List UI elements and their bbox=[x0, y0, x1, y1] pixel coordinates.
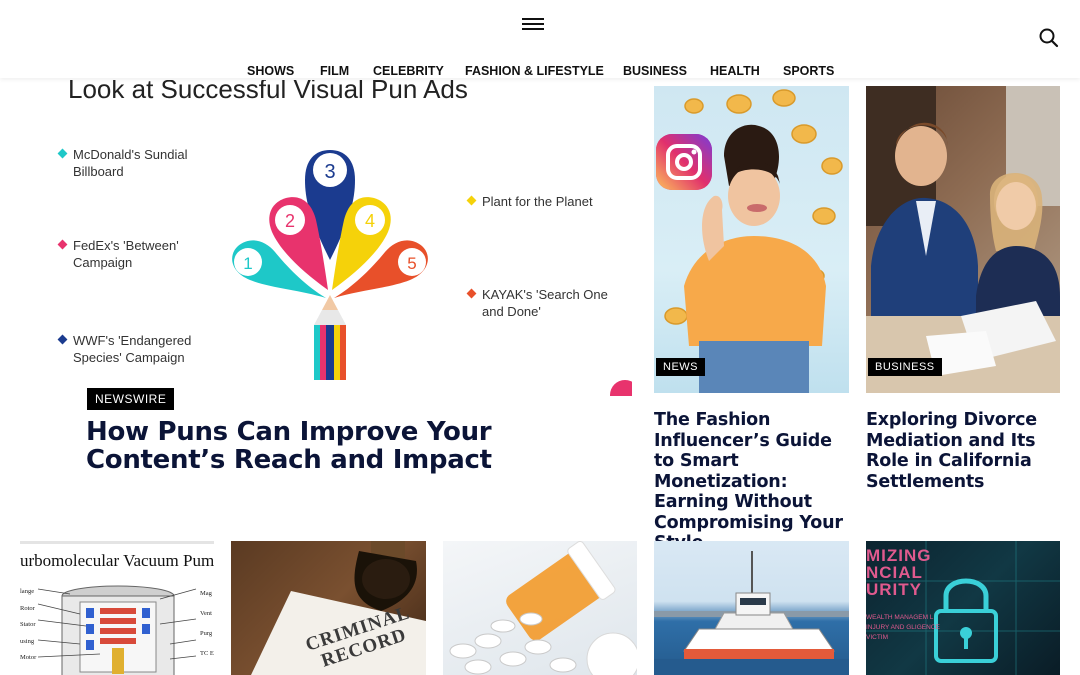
pencil-petals-illustration: 3 2 4 1 5 bbox=[232, 150, 428, 380]
hero-headline[interactable]: How Puns Can Improve Your Content’s Reac… bbox=[86, 418, 556, 474]
category-badge[interactable]: NEWSWIRE bbox=[87, 388, 175, 410]
nav-celebrity[interactable]: CELEBRITY bbox=[373, 64, 444, 78]
pills-illustration bbox=[449, 541, 637, 675]
card-image-fashion[interactable]: NEWS bbox=[654, 86, 849, 393]
hero-image-item: KAYAK's 'Search One and Done' bbox=[466, 286, 622, 320]
decorative-shape bbox=[610, 380, 632, 396]
hero-image-heading: Look at Successful Visual Pun Ads bbox=[68, 80, 468, 104]
hero-image-item: WWF's 'Endangered Species' Campaign bbox=[57, 332, 213, 366]
hero-image-item: Plant for the Planet bbox=[466, 193, 622, 210]
card-image-business[interactable]: BUSINESS bbox=[866, 86, 1060, 393]
vacuum-labels-left: lange Rotor Stator using Motor bbox=[20, 588, 37, 661]
thumb-boat[interactable] bbox=[654, 541, 849, 675]
petal-number-1: 1 bbox=[243, 254, 252, 273]
nav-film[interactable]: FILM bbox=[320, 64, 349, 78]
nav-business[interactable]: BUSINESS bbox=[623, 64, 687, 78]
nav-fashion-lifestyle[interactable]: FASHION & LIFESTYLE bbox=[465, 64, 604, 78]
vacuum-pump-diagram bbox=[37, 585, 197, 675]
thumb-pills[interactable] bbox=[443, 541, 637, 675]
fashion-illustration bbox=[656, 89, 843, 393]
petal-number-3: 3 bbox=[324, 161, 335, 183]
hero-image-item: McDonald's Sundial Billboard bbox=[57, 146, 213, 180]
card-title[interactable]: The Fashion Influencer’s Guide to Smart … bbox=[654, 410, 854, 554]
petal-number-5: 5 bbox=[407, 254, 416, 273]
nav-health[interactable]: HEALTH bbox=[710, 64, 760, 78]
security-subtext: WEALTH MANAGEM L INJURY AND GLIGENCE VIC… bbox=[866, 614, 940, 641]
category-badge[interactable]: BUSINESS bbox=[868, 358, 942, 376]
meeting-illustration bbox=[866, 86, 1060, 393]
petal-number-2: 2 bbox=[285, 211, 295, 231]
thumb-criminal-record[interactable]: CRIMINAL RECORD bbox=[231, 541, 426, 675]
nav-shows[interactable]: SHOWS bbox=[247, 64, 294, 78]
menu-icon[interactable] bbox=[522, 18, 544, 34]
thumb-security[interactable]: MIZING NCIAL URITY WEALTH MANAGEM L INJU… bbox=[866, 541, 1060, 675]
card-title[interactable]: Exploring Divorce Mediation and Its Role… bbox=[866, 410, 1066, 492]
hero-image-item: FedEx's 'Between' Campaign bbox=[57, 237, 203, 271]
site-header: SHOWS FILM CELEBRITY FASHION & LIFESTYLE… bbox=[0, 0, 1080, 78]
search-icon[interactable] bbox=[1038, 27, 1060, 49]
thumb-vacuum-pump[interactable]: urbomolecular Vacuum Pum lange Rotor Sta… bbox=[20, 541, 214, 675]
nav-sports[interactable]: SPORTS bbox=[783, 64, 834, 78]
category-badge[interactable]: NEWS bbox=[656, 358, 705, 376]
hero-image[interactable]: Look at Successful Visual Pun Ads McDona… bbox=[20, 80, 632, 396]
boat-illustration bbox=[654, 551, 849, 675]
vacuum-labels-right: Mag Vent Purg TC E bbox=[200, 590, 214, 657]
petal-number-4: 4 bbox=[365, 211, 375, 231]
main-nav: SHOWS FILM CELEBRITY FASHION & LIFESTYLE… bbox=[0, 64, 1080, 80]
security-heading: MIZING NCIAL URITY bbox=[866, 546, 932, 599]
